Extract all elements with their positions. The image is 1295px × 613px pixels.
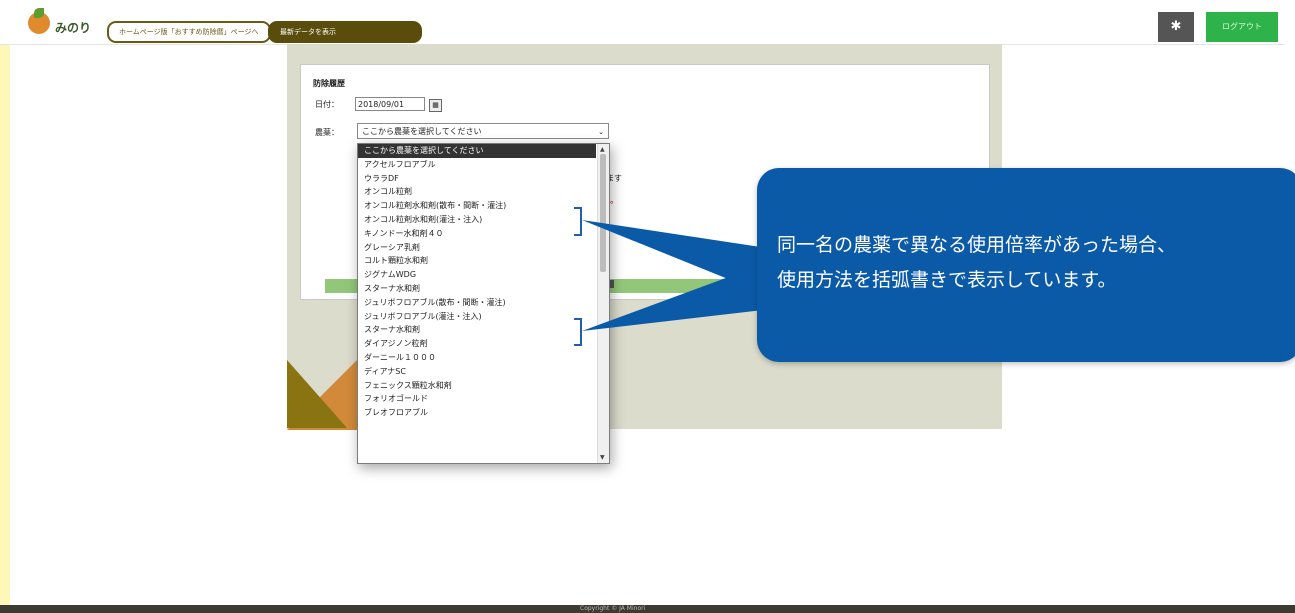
- dropdown-option[interactable]: オンコル粒剤: [358, 185, 596, 199]
- dropdown-option[interactable]: ジグナムWDG: [358, 268, 596, 282]
- latest-data-button[interactable]: 最新データを表示: [268, 21, 422, 43]
- explanation-callout: 同一名の農薬で異なる使用倍率があった場合、 使用方法を括弧書きで表示しています。: [757, 168, 1295, 362]
- dropdown-option[interactable]: アクセルフロアブル: [358, 158, 596, 172]
- date-input[interactable]: 2018/09/01: [355, 97, 425, 111]
- pesticide-select-value: ここから農薬を選択してください: [362, 127, 482, 136]
- dropdown-option[interactable]: オンコル粒剤水和剤(灌注・注入): [358, 213, 596, 227]
- settings-icon-button[interactable]: ✱: [1158, 12, 1194, 42]
- dropdown-option[interactable]: ジュリボフロアブル(散布・間断・灌注): [358, 296, 596, 310]
- footer-copyright: Copyright © JA Minori: [580, 605, 646, 612]
- dropdown-option[interactable]: ダイアジノン粒剤: [358, 337, 596, 351]
- highlight-bracket-juribo: [574, 318, 582, 346]
- dropdown-option[interactable]: ダーニール１０００: [358, 351, 596, 365]
- scroll-up-icon[interactable]: ▲: [600, 146, 605, 153]
- dropdown-option[interactable]: ディアナSC: [358, 365, 596, 379]
- scrollbar-thumb[interactable]: [600, 154, 606, 272]
- homepage-link-button[interactable]: ホームページ版「おすすめ防除暦」ページへ: [107, 21, 271, 43]
- logo-icon[interactable]: [28, 8, 50, 34]
- decorative-triangle-olive: [287, 360, 347, 428]
- dropdown-option[interactable]: スターナ水和剤: [358, 323, 596, 337]
- dropdown-option[interactable]: ウララDF: [358, 172, 596, 186]
- dropdown-option[interactable]: スターナ水和剤: [358, 282, 596, 296]
- dropdown-option[interactable]: キノンドー水和剤４０: [358, 227, 596, 241]
- pesticide-label: 農薬：: [315, 128, 339, 137]
- form-heading: 防除履歴: [313, 79, 345, 88]
- register-bar-marker: [610, 280, 614, 288]
- calendar-icon[interactable]: ▦: [429, 99, 442, 112]
- dropdown-option[interactable]: ここから農薬を選択してください: [358, 144, 596, 158]
- dropdown-options: ここから農薬を選択してください アクセルフロアブル ウララDF オンコル粒剤 オンコル粒…: [358, 144, 596, 420]
- pesticide-dropdown-list[interactable]: ここから農薬を選択してください アクセルフロアブル ウララDF オンコル粒剤 オンコル粒…: [357, 143, 610, 464]
- dropdown-option[interactable]: フェニックス顆粒水和剤: [358, 379, 596, 393]
- logout-button[interactable]: ログアウト: [1206, 12, 1278, 42]
- date-label: 日付：: [315, 100, 339, 109]
- dropdown-option[interactable]: ジュリボフロアブル(灌注・注入): [358, 310, 596, 324]
- site-footer: Copyright © JA Minori: [0, 605, 1295, 613]
- highlight-bracket-oncol: [574, 207, 582, 236]
- dropdown-scrollbar[interactable]: ▲ ▼: [597, 144, 609, 463]
- dropdown-option[interactable]: グレーシア乳剤: [358, 241, 596, 255]
- dropdown-option[interactable]: コルト顆粒水和剤: [358, 254, 596, 268]
- scroll-down-icon[interactable]: ▼: [600, 454, 605, 461]
- dropdown-option[interactable]: オンコル粒剤水和剤(散布・間断・灌注): [358, 199, 596, 213]
- callout-line-1: 同一名の農薬で異なる使用倍率があった場合、: [777, 234, 1177, 256]
- logo-text[interactable]: みのり: [55, 19, 91, 36]
- pesticide-select[interactable]: ここから農薬を選択してください ⌄: [357, 123, 609, 139]
- dropdown-option[interactable]: ブレオフロアブル: [358, 406, 596, 420]
- callout-line-2: 使用方法を括弧書きで表示しています。: [777, 269, 1117, 291]
- chevron-down-icon: ⌄: [598, 128, 604, 136]
- dropdown-option[interactable]: フォリオゴールド: [358, 392, 596, 406]
